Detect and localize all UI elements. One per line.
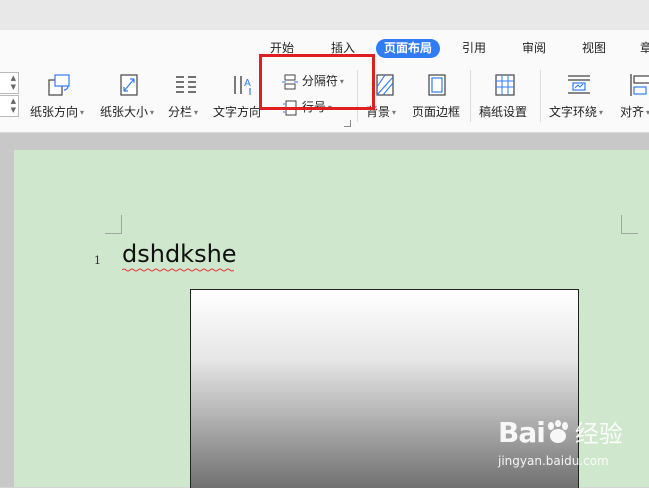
margin-corner-mark bbox=[621, 215, 638, 234]
tab-view[interactable]: 视图 bbox=[582, 39, 606, 58]
tab-review[interactable]: 审阅 bbox=[522, 39, 546, 58]
text-direction-label: 文字方向 bbox=[213, 105, 262, 119]
page-border-label: 页面边框 bbox=[412, 105, 461, 119]
page-setup-launcher-icon[interactable] bbox=[344, 120, 351, 127]
margin-spinner-bottom[interactable]: ▲ ▼ bbox=[0, 95, 19, 117]
chevron-down-icon: ▾ bbox=[392, 108, 397, 117]
watermark-brand: Bai bbox=[498, 416, 546, 449]
line-number: 1 bbox=[94, 254, 101, 267]
align-icon bbox=[630, 74, 649, 96]
text-wrap-label: 文字环绕 bbox=[549, 105, 598, 119]
svg-text:A: A bbox=[244, 78, 251, 89]
paper-size-icon bbox=[120, 74, 138, 96]
orientation-icon bbox=[48, 74, 70, 96]
margin-corner-mark bbox=[105, 215, 122, 234]
highlight-box bbox=[259, 54, 375, 110]
orientation-label: 纸张方向 bbox=[30, 105, 79, 119]
watermark: Bai 经验 jingyan.baidu.com bbox=[498, 414, 623, 468]
background-icon bbox=[376, 74, 394, 96]
manuscript-paper-icon bbox=[495, 74, 515, 96]
watermark-brand-suffix: 经验 bbox=[574, 420, 623, 448]
ribbon-divider bbox=[540, 70, 541, 122]
columns-icon bbox=[176, 76, 196, 93]
spellcheck-underline bbox=[122, 268, 234, 272]
tab-chapter[interactable]: 章 bbox=[640, 39, 649, 58]
title-strip bbox=[0, 0, 649, 30]
chevron-down-icon: ▾ bbox=[599, 108, 604, 117]
watermark-url: jingyan.baidu.com bbox=[498, 454, 609, 468]
tab-page-layout[interactable]: 页面布局 bbox=[376, 39, 441, 58]
chevron-down-icon: ▾ bbox=[150, 108, 155, 117]
chevron-down-icon: ▾ bbox=[194, 108, 199, 117]
tab-references[interactable]: 引用 bbox=[462, 39, 486, 58]
paw-icon bbox=[547, 420, 568, 443]
align-label: 对齐 bbox=[620, 105, 645, 119]
paper-setup-label: 稿纸设置 bbox=[479, 105, 528, 119]
page-border-icon bbox=[428, 74, 446, 96]
document-text[interactable]: dshdkshe bbox=[122, 240, 237, 268]
margin-spinner-top[interactable]: ▲ ▼ bbox=[0, 72, 19, 94]
columns-label: 分栏 bbox=[168, 105, 193, 119]
chevron-down-icon: ▾ bbox=[80, 108, 85, 117]
text-direction-icon: A bbox=[234, 76, 251, 95]
text-wrap-icon bbox=[568, 75, 590, 94]
paper-size-label: 纸张大小 bbox=[100, 105, 149, 119]
ribbon-divider bbox=[470, 70, 471, 122]
